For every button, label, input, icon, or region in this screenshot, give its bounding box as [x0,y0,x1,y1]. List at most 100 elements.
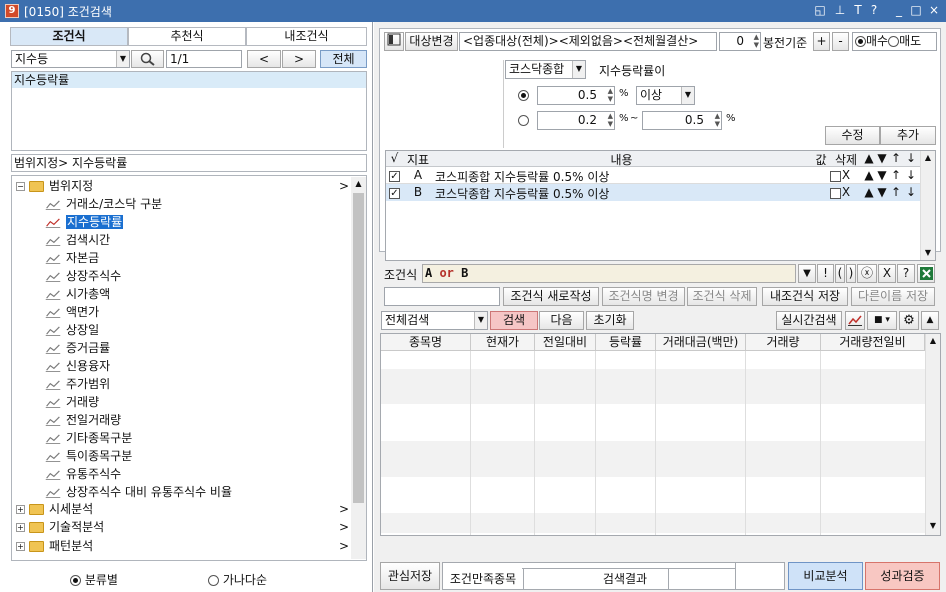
tree-node-market[interactable]: + 시세분석 [16,500,93,518]
radio-icon[interactable] [518,115,529,126]
target-change-button[interactable]: 대상변경 [405,32,458,51]
col-change[interactable]: 전일대비 [535,334,596,351]
interest-save-button[interactable]: 관심저장 [380,562,440,590]
tree-item[interactable]: 전일거래량 [45,411,121,429]
radio-icon[interactable] [70,575,81,586]
option1-value-input[interactable]: 0.5 ▲ ▼ [537,86,615,105]
sort-by-category[interactable]: 분류별 [70,571,118,588]
minus-button[interactable]: - [832,32,849,51]
scroll-thumb[interactable] [353,193,364,503]
option2-to-input[interactable]: 0.5 ▲ ▼ [642,111,722,130]
tree-item[interactable]: 지수등락률 [45,213,124,231]
col-rate[interactable]: 등락률 [596,334,656,351]
scroll-up-icon[interactable]: ▲ [921,151,935,165]
restore-layout-icon[interactable]: ◱ [812,2,828,19]
minimize-button[interactable]: _ [891,2,907,19]
spinner-icon[interactable]: ▲ ▼ [715,112,720,128]
plus-button[interactable]: + [813,32,830,51]
open-paren-button[interactable]: ( [835,264,845,283]
collapse-up-icon[interactable]: ▲ [921,311,939,330]
prev-button[interactable]: < [247,50,281,68]
option2-radio[interactable] [518,113,529,127]
formula-dropdown-icon[interactable]: ▼ [798,264,816,283]
search-button[interactable] [131,50,164,68]
search-scope-select[interactable]: 전체검색 ▼ [381,311,488,330]
chart-icon[interactable] [845,311,865,330]
move-bottom-icon[interactable]: ↓ [905,185,917,199]
condition-row[interactable]: ✓ A 코스피종합 지수등락률 0.5% 이상 X ▲ ▼ ↑ ↓ [386,167,920,184]
tree-item[interactable]: 신용융자 [45,357,110,375]
delete-icon[interactable]: X [831,185,861,199]
close-paren-button[interactable]: ) [846,264,856,283]
move-up-icon[interactable]: ▲ [863,185,875,199]
checkbox-icon[interactable]: ✓ [389,188,400,199]
tree-item[interactable]: 액면가 [45,303,99,321]
tree-item[interactable]: 거래량 [45,393,99,411]
compare-analysis-button[interactable]: 비교분석 [788,562,863,590]
scroll-up-icon[interactable]: ▲ [351,177,366,191]
search-run-button[interactable]: 검색 [490,311,538,330]
category-select[interactable]: 지수등 ▼ [11,50,130,68]
rename-condition-button[interactable]: 조건식명 변경 [602,287,685,306]
help-icon[interactable]: ? [866,2,882,19]
tree-item[interactable]: 상장일 [45,321,99,339]
tree-node-technical[interactable]: + 기술적분석 [16,518,104,536]
checkbox-icon[interactable]: ✓ [389,171,400,182]
table-row[interactable] [381,369,925,387]
tree-item[interactable]: 상장주식수 대비 유통주식수 비율 [45,483,232,501]
close-button[interactable]: × [926,2,942,19]
formula-help-button[interactable]: ? [897,264,915,283]
excel-icon[interactable] [917,264,935,283]
condition-row[interactable]: ✓ B 코스닥종합 지수등락률 0.5% 이상 X ▲ ▼ ↑ ↓ [386,184,920,201]
option1-radio[interactable] [518,88,529,102]
move-down-icon[interactable]: ▼ [876,185,888,199]
bong-input[interactable]: 0 ▲ ▼ [719,32,761,51]
spinner-icon[interactable]: ▲ ▼ [754,33,759,49]
next-button[interactable]: > [282,50,316,68]
search-next-button[interactable]: 다음 [539,311,584,330]
move-up-icon[interactable]: ▲ [863,168,875,182]
col-price[interactable]: 현재가 [471,334,535,351]
add-button[interactable]: 추가 [880,126,936,145]
delete-condition-button[interactable]: 조건식 삭제 [687,287,757,306]
table-row[interactable] [381,387,925,404]
results-scrollbar[interactable]: ▲ ▼ [925,334,940,535]
expand-icon[interactable]: + [16,505,25,514]
tree-item[interactable]: 유통주식수 [45,465,121,483]
tree-item[interactable]: 상장주식수 [45,267,121,285]
realtime-search-button[interactable]: 실시간검색 [776,311,842,330]
move-bottom-icon[interactable]: ↓ [905,168,917,182]
radio-sell[interactable] [888,36,900,47]
spinner-icon[interactable]: ▲ ▼ [608,112,613,128]
move-top-icon[interactable]: ↑ [891,185,901,199]
font-size-icon[interactable]: T [850,2,866,19]
option2-from-input[interactable]: 0.2 ▲ ▼ [537,111,615,130]
radio-icon[interactable] [208,575,219,586]
scroll-down-icon[interactable]: ▼ [926,519,940,533]
list-item[interactable]: 지수등락률 [12,72,366,88]
table-row[interactable] [381,513,925,533]
tree-item[interactable]: 자본금 [45,249,99,267]
scroll-up-icon[interactable]: ▲ [926,334,940,348]
sort-by-alpha[interactable]: 가나다순 [208,571,267,588]
new-condition-button[interactable]: 조건식 새로작성 [503,287,599,306]
tab-recommend[interactable]: 추천식 [128,27,246,46]
formula-input[interactable]: A or B [422,264,796,283]
expand-icon[interactable]: + [16,523,25,532]
tree-item[interactable]: 기타종목구분 [45,429,132,447]
col-stock-name[interactable]: 종목명 [381,334,471,351]
tab-my-condition[interactable]: 내조건식 [246,27,367,46]
tree-item[interactable]: 증거금률 [45,339,110,357]
tab-condition[interactable]: 조건식 [10,27,128,46]
clear-paren-button[interactable]: ⓧ [857,264,877,283]
delete-formula-button[interactable]: X [878,264,896,283]
save-as-button[interactable]: 다른이름 저장 [851,287,935,306]
all-button[interactable]: 전체 [320,50,367,68]
pin-icon[interactable]: ⊥ [832,2,848,19]
tree-node-pattern[interactable]: + 패턴분석 [16,537,93,555]
window-toggle-icon[interactable] [384,32,404,51]
tree-item[interactable]: 시가총액 [45,285,110,303]
tree-item[interactable]: 주가범위 [45,375,110,393]
delete-icon[interactable]: X [831,168,861,182]
tree-scrollbar[interactable]: ▲ [351,177,366,559]
